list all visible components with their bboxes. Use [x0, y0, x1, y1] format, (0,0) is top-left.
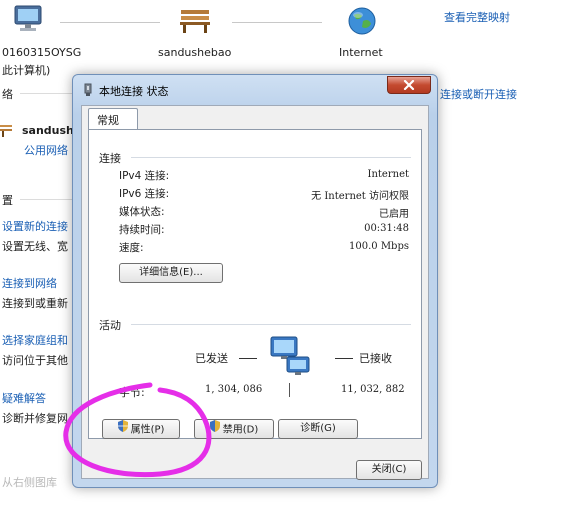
properties-button[interactable]: 属性(P): [102, 419, 180, 439]
connect-disconnect-link[interactable]: 连接或断开连接: [440, 86, 517, 102]
duration-label: 持续时间:: [119, 224, 165, 236]
shield-icon: [117, 420, 128, 439]
map-connector: [60, 22, 160, 23]
activity-divider: [289, 383, 290, 397]
general-tab-panel: 连接 IPv4 连接: Internet IPv6 连接: 无 Internet…: [88, 129, 422, 439]
activity-section-label: 活动: [99, 319, 121, 332]
speed-value: 100.0 Mbps: [349, 241, 409, 252]
shield-icon: [209, 420, 220, 439]
disable-button[interactable]: 禁用(D): [194, 419, 274, 439]
setup-wireless-text: 设置无线、宽: [2, 240, 68, 253]
bench-icon: [178, 6, 212, 37]
properties-button-label: 属性(P): [130, 424, 165, 436]
bytes-sent-value: 1, 304, 086: [205, 384, 263, 395]
close-button[interactable]: 关闭(C): [356, 460, 422, 480]
computer-name: 0160315OYSG: [2, 46, 82, 59]
watermark-text: 从右侧图库: [2, 476, 57, 489]
speed-label: 速度:: [119, 242, 144, 254]
bytes-label: 字节:: [119, 386, 145, 399]
connection-section-label: 连接: [99, 152, 121, 165]
network-type-link[interactable]: 公用网络: [24, 142, 68, 158]
connect-or-reconnect-text: 连接到或重新: [2, 297, 68, 310]
computer-icon: [12, 4, 46, 37]
duration-value: 00:31:48: [364, 223, 409, 234]
map-connector: [232, 22, 322, 23]
ipv4-value: Internet: [367, 169, 409, 180]
dialog-close-button[interactable]: [387, 76, 431, 94]
troubleshoot-link[interactable]: 疑难解答: [2, 390, 46, 406]
details-button[interactable]: 详细信息(E)...: [119, 263, 223, 283]
ipv6-label: IPv6 连接:: [119, 188, 170, 200]
divider: [20, 199, 72, 200]
network-adapter-icon: [81, 83, 95, 100]
network-name: sandush: [22, 124, 74, 137]
media-state-value: 已启用: [379, 209, 409, 220]
network-prefix: 络: [2, 88, 13, 101]
internet-label: Internet: [339, 46, 383, 59]
homegroup-text: 访问位于其他: [2, 354, 68, 367]
view-full-map-link[interactable]: 查看完整映射: [444, 9, 510, 25]
bytes-received-value: 11, 032, 882: [341, 384, 405, 395]
bench-small-icon: [0, 122, 14, 141]
connection-status-dialog: 本地连接 状态 常规 连接 IPv4 连接: Internet IPv6 连接:…: [72, 74, 438, 488]
section-divider: [131, 324, 411, 325]
homegroup-link[interactable]: 选择家庭组和: [2, 332, 68, 348]
dialog-client-area: 常规 连接 IPv4 连接: Internet IPv6 连接: 无 Inter…: [81, 105, 429, 480]
setup-new-connection-link[interactable]: 设置新的连接: [2, 218, 68, 234]
close-icon: [403, 80, 415, 90]
received-label: 已接收: [359, 352, 392, 365]
diagnose-button[interactable]: 诊断(G): [278, 419, 358, 439]
section-divider: [131, 157, 411, 158]
sent-label: 已发送: [195, 352, 228, 365]
ipv6-value: 无 Internet 访问权限: [311, 191, 409, 202]
media-state-label: 媒体状态:: [119, 206, 165, 218]
dialog-title: 本地连接 状态: [99, 85, 169, 98]
disable-button-label: 禁用(D): [222, 424, 259, 436]
dialog-titlebar[interactable]: 本地连接 状态: [73, 75, 437, 105]
tab-general-label: 常规: [97, 114, 119, 127]
diagnose-text: 诊断并修复网: [2, 412, 68, 425]
home-network-name: sandushebao: [158, 46, 232, 59]
tab-general[interactable]: 常规: [88, 108, 138, 130]
sent-dash: [239, 358, 257, 359]
globe-icon: [347, 6, 377, 39]
computer-sub-label: 此计算机): [2, 64, 51, 77]
network-activity-icon: [269, 335, 315, 380]
received-dash: [335, 358, 353, 359]
connect-to-network-link[interactable]: 连接到网络: [2, 275, 57, 291]
settings-heading: 置: [2, 194, 13, 207]
ipv4-label: IPv4 连接:: [119, 170, 170, 182]
divider: [20, 93, 72, 94]
